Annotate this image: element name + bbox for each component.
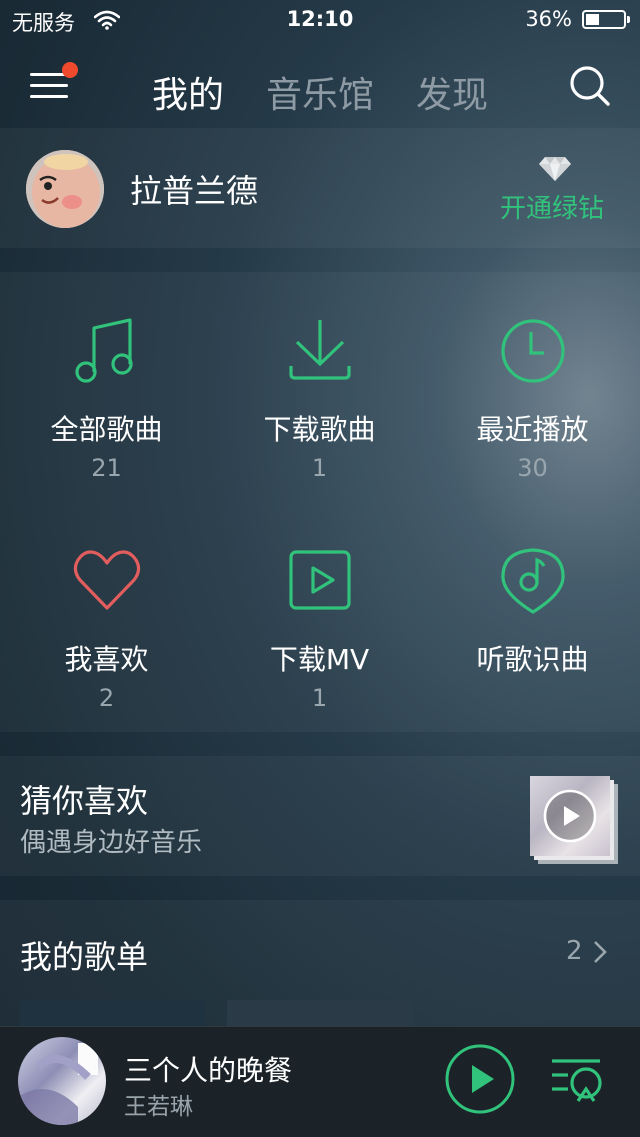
grid-count: 1	[311, 454, 328, 482]
avatar-image	[26, 150, 104, 228]
grid-count: 21	[91, 454, 122, 482]
grid-count: 30	[517, 454, 548, 482]
profile-row[interactable]: 拉普兰德 开通绿钻	[0, 128, 640, 248]
now-playing-artist: 王若琳	[124, 1094, 193, 1120]
tab-mine[interactable]: 我的	[152, 66, 224, 118]
diamond-icon[interactable]	[538, 156, 572, 182]
play-button[interactable]	[444, 1043, 516, 1115]
playlists-count: 2	[566, 936, 583, 966]
battery-icon	[582, 10, 630, 29]
battery-percent: 36%	[525, 7, 572, 31]
mini-player[interactable]: 三个人的晚餐 王若琳	[0, 1026, 640, 1137]
grid-item-downloaded-songs[interactable]: 下载歌曲 1	[213, 316, 426, 482]
grid-item-all-songs[interactable]: 全部歌曲 21	[0, 316, 213, 482]
play-circle-icon[interactable]	[542, 788, 598, 844]
battery-fill	[586, 14, 599, 25]
grid-item-downloaded-mv[interactable]: 下载MV 1	[213, 546, 426, 712]
chevron-right-icon	[594, 941, 607, 963]
now-playing-title: 三个人的晚餐	[124, 1054, 293, 1087]
my-playlists-section[interactable]: 我的歌单 2	[0, 900, 640, 1040]
playlist-queue-icon[interactable]	[548, 1057, 604, 1103]
status-bar: 无服务 12:10 36%	[0, 0, 640, 40]
feature-grid: 全部歌曲 21 下载歌曲 1 最近播放 30 我喜欢 2 下载MV 1 听歌识曲	[0, 272, 640, 732]
video-icon	[288, 550, 351, 610]
grid-item-recently-played[interactable]: 最近播放 30	[426, 316, 639, 482]
grid-item-song-recognition[interactable]: 听歌识曲	[426, 546, 639, 676]
download-icon	[288, 320, 351, 380]
grid-label: 最近播放	[476, 413, 589, 446]
tab-discover[interactable]: 发现	[416, 66, 488, 118]
grid-label: 下载MV	[269, 643, 370, 676]
avatar[interactable]	[26, 150, 104, 228]
clock-icon	[500, 319, 565, 383]
notification-dot	[62, 62, 78, 78]
guess-title: 猜你喜欢	[20, 782, 149, 820]
playlists-title: 我的歌单	[20, 938, 149, 976]
heart-icon	[73, 550, 140, 610]
username[interactable]: 拉普兰德	[130, 166, 258, 212]
search-icon[interactable]	[568, 64, 612, 108]
grid-label: 听歌识曲	[476, 643, 589, 676]
guess-subtitle: 偶遇身边好音乐	[20, 828, 203, 858]
vip-upgrade-link[interactable]: 开通绿钻	[500, 188, 604, 225]
grid-count: 2	[98, 684, 115, 712]
grid-count: 1	[311, 684, 328, 712]
grid-item-favorites[interactable]: 我喜欢 2	[0, 546, 213, 712]
now-playing-cover[interactable]	[18, 1037, 106, 1125]
music-note-icon	[74, 318, 133, 383]
grid-label: 下载歌曲	[263, 413, 376, 446]
grid-label: 我喜欢	[64, 643, 149, 676]
music-recognition-icon	[500, 548, 565, 614]
tab-music-hall[interactable]: 音乐馆	[266, 66, 374, 118]
grid-label: 全部歌曲	[50, 413, 163, 446]
